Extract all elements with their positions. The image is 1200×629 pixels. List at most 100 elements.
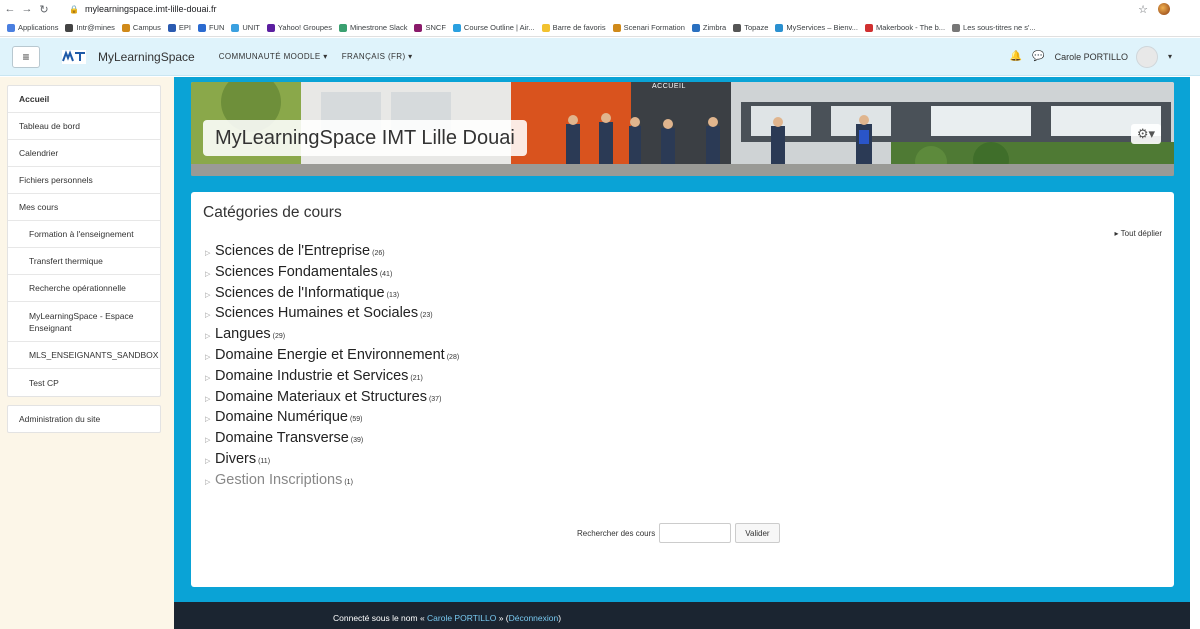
category-name[interactable]: Sciences Humaines et Sociales	[215, 305, 418, 321]
search-input[interactable]	[659, 523, 732, 543]
bookmark-item[interactable]: Barre de favoris	[541, 23, 606, 32]
drawer-item-admin[interactable]: Administration du site	[8, 406, 160, 432]
bookmark-item[interactable]: Campus	[121, 23, 161, 32]
bookmark-label[interactable]: Course Outline | Air...	[464, 23, 535, 32]
expand-triangle-icon[interactable]: ▷	[205, 374, 215, 382]
expand-triangle-icon[interactable]: ▷	[205, 395, 215, 403]
bookmark-label[interactable]: SNCF	[425, 23, 445, 32]
category-item[interactable]: ▷ Sciences Humaines et Sociales (23)	[205, 305, 459, 326]
category-item[interactable]: ▷ Domaine Energie et Environnement (28)	[205, 347, 459, 368]
imt-logo[interactable]	[62, 49, 86, 64]
bookmark-label[interactable]: UNIT	[242, 23, 260, 32]
drawer-course-item[interactable]: Recherche opérationnelle	[8, 275, 160, 302]
category-item[interactable]: ▷ Domaine Materiaux et Structures (37)	[205, 389, 459, 410]
drawer-course-item[interactable]: Formation à l'enseignement	[8, 221, 160, 248]
category-name[interactable]: Sciences de l'Entreprise	[215, 243, 370, 259]
drawer-course-item[interactable]: MyLearningSpace - Espace Enseignant	[8, 302, 160, 342]
bookmark-item[interactable]: Topaze	[733, 23, 768, 32]
profile-icon[interactable]	[1158, 3, 1170, 15]
bookmark-label[interactable]: FUN	[209, 23, 224, 32]
expand-triangle-icon[interactable]: ▷	[205, 478, 215, 486]
bookmark-label[interactable]: Yahoo! Groupes	[278, 23, 332, 32]
bookmark-label[interactable]: Les sous-titres ne s'...	[963, 23, 1036, 32]
category-item[interactable]: ▷ Divers (11)	[205, 451, 459, 472]
expand-triangle-icon[interactable]: ▷	[205, 249, 215, 257]
drawer-course-item[interactable]: Transfert thermique	[8, 248, 160, 275]
category-name[interactable]: Divers	[215, 451, 256, 467]
bookmark-star-icon[interactable]: ☆	[1138, 3, 1148, 16]
category-item[interactable]: ▷ Domaine Industrie et Services (21)	[205, 368, 459, 389]
category-name[interactable]: Domaine Industrie et Services	[215, 368, 408, 384]
category-item[interactable]: ▷ Gestion Inscriptions (1)	[205, 472, 459, 493]
bookmark-item[interactable]: FUN	[197, 23, 224, 32]
category-name[interactable]: Domaine Materiaux et Structures	[215, 389, 427, 405]
bookmark-item[interactable]: Applications	[7, 23, 58, 32]
category-name[interactable]: Domaine Numérique	[215, 409, 348, 425]
category-name[interactable]: Gestion Inscriptions	[215, 472, 342, 488]
category-item[interactable]: ▷ Sciences de l'Entreprise (26)	[205, 243, 459, 264]
bookmark-item[interactable]: Intr@mines	[65, 23, 115, 32]
drawer-item-calendar[interactable]: Calendrier	[8, 140, 160, 167]
menu-community[interactable]: COMMUNAUTÉ MOODLE ▾	[219, 52, 328, 61]
drawer-item-accueil[interactable]: Accueil	[8, 86, 160, 113]
expand-triangle-icon[interactable]: ▷	[205, 436, 215, 444]
bookmark-label[interactable]: EPI	[179, 23, 191, 32]
category-item[interactable]: ▷ Domaine Transverse (39)	[205, 430, 459, 451]
bookmark-item[interactable]: EPI	[167, 23, 191, 32]
reload-icon[interactable]: ↻	[37, 3, 51, 16]
bookmark-label[interactable]: Scenari Formation	[624, 23, 685, 32]
expand-triangle-icon[interactable]: ▷	[205, 457, 215, 465]
category-name[interactable]: Domaine Energie et Environnement	[215, 347, 445, 363]
expand-triangle-icon[interactable]: ▷	[205, 353, 215, 361]
category-name[interactable]: Domaine Transverse	[215, 430, 349, 446]
bookmark-label[interactable]: Topaze	[744, 23, 768, 32]
bookmark-item[interactable]: Minestrone Slack	[338, 23, 408, 32]
bookmark-label[interactable]: Campus	[133, 23, 161, 32]
forward-icon[interactable]: →	[20, 3, 34, 15]
expand-triangle-icon[interactable]: ▷	[205, 311, 215, 319]
bookmark-item[interactable]: Les sous-titres ne s'...	[952, 23, 1036, 32]
bookmark-label[interactable]: Makerbook - The b...	[876, 23, 945, 32]
logout-link[interactable]: Déconnexion	[509, 613, 559, 623]
notification-bell-icon[interactable]: 🔔	[1010, 51, 1022, 62]
drawer-item-files[interactable]: Fichiers personnels	[8, 167, 160, 194]
category-name[interactable]: Langues	[215, 326, 271, 342]
site-name[interactable]: MyLearningSpace	[98, 50, 195, 64]
category-item[interactable]: ▷ Sciences de l'Informatique (13)	[205, 285, 459, 306]
category-name[interactable]: Sciences Fondamentales	[215, 264, 378, 280]
drawer-course-item[interactable]: Test CP	[8, 369, 160, 396]
bookmark-item[interactable]: MyServices – Bienv...	[775, 23, 858, 32]
expand-triangle-icon[interactable]: ▷	[205, 291, 215, 299]
category-item[interactable]: ▷ Domaine Numérique (59)	[205, 409, 459, 430]
bookmark-item[interactable]: Course Outline | Air...	[452, 23, 535, 32]
back-icon[interactable]: ←	[3, 3, 17, 15]
expand-all-link[interactable]: ▸ Tout déplier	[1115, 229, 1162, 238]
bookmark-label[interactable]: MyServices – Bienv...	[786, 23, 858, 32]
footer-user-link[interactable]: Carole PORTILLO	[427, 613, 496, 623]
expand-triangle-icon[interactable]: ▷	[205, 270, 215, 278]
category-name[interactable]: Sciences de l'Informatique	[215, 285, 385, 301]
drawer-course-item[interactable]: MLS_ENSEIGNANTS_SANDBOX	[8, 342, 160, 369]
menu-toggle-button[interactable]: ≡	[12, 45, 40, 68]
bookmark-item[interactable]: Yahoo! Groupes	[266, 23, 332, 32]
bookmark-item[interactable]: Scenari Formation	[612, 23, 685, 32]
bookmark-item[interactable]: Makerbook - The b...	[864, 23, 945, 32]
bookmark-item[interactable]: SNCF	[414, 23, 446, 32]
avatar[interactable]	[1135, 45, 1158, 68]
bookmark-label[interactable]: Zimbra	[703, 23, 726, 32]
expand-triangle-icon[interactable]: ▷	[205, 415, 215, 423]
user-name[interactable]: Carole PORTILLO	[1055, 52, 1128, 62]
expand-all-label[interactable]: Tout déplier	[1121, 229, 1162, 238]
drawer-item-dashboard[interactable]: Tableau de bord	[8, 113, 160, 140]
search-submit-button[interactable]: Valider	[735, 523, 780, 543]
chevron-down-icon[interactable]: ▾	[1168, 52, 1172, 61]
bookmark-item[interactable]: Zimbra	[691, 23, 726, 32]
bookmark-label[interactable]: Applications	[18, 23, 58, 32]
bookmark-label[interactable]: Barre de favoris	[553, 23, 606, 32]
expand-triangle-icon[interactable]: ▷	[205, 332, 215, 340]
url-text[interactable]: mylearningspace.imt-lille-douai.fr	[85, 4, 217, 14]
menu-language[interactable]: FRANÇAIS (FR) ▾	[342, 52, 413, 61]
bookmark-label[interactable]: Intr@mines	[76, 23, 114, 32]
drawer-item-my-courses[interactable]: Mes cours	[8, 194, 160, 221]
bookmark-label[interactable]: Minestrone Slack	[350, 23, 408, 32]
